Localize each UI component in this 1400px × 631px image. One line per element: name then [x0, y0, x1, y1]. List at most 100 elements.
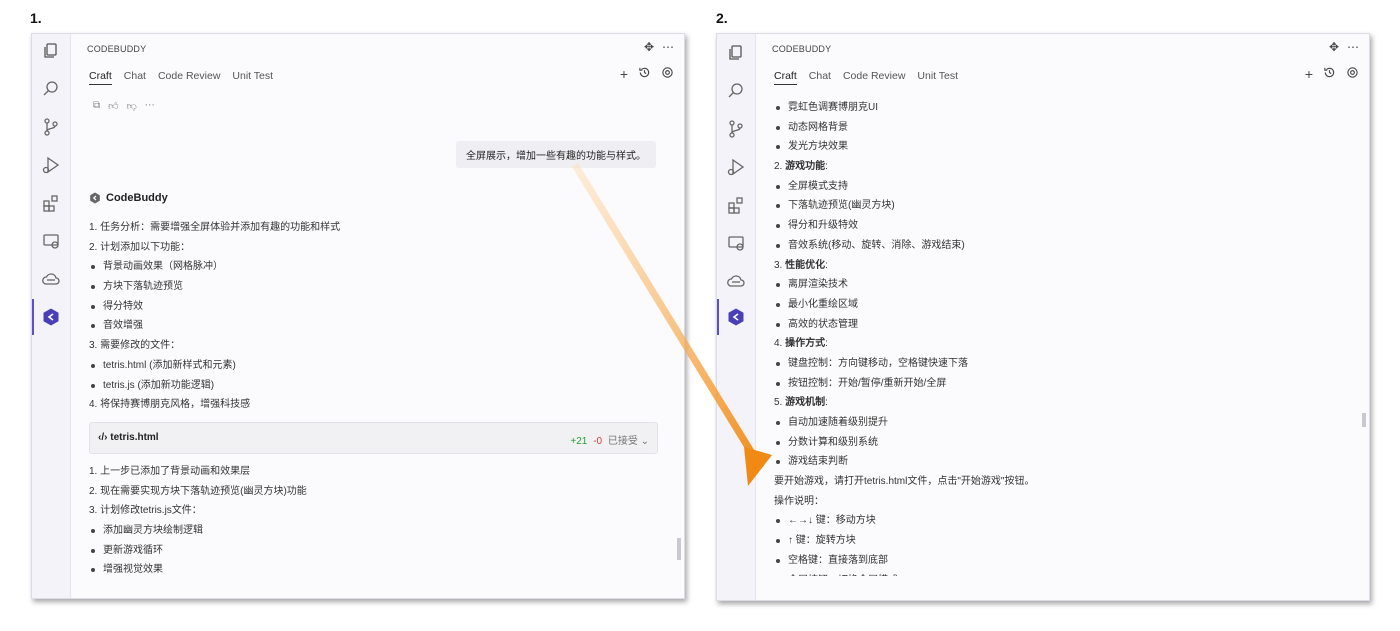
step-label-2: 2.	[716, 10, 728, 26]
codebuddy-icon[interactable]	[32, 299, 70, 335]
text-line: 5. 游戏机制:	[774, 393, 1345, 413]
move-icon[interactable]: ✥	[644, 40, 654, 54]
bullet-item: 分数计算和级别系统	[774, 433, 1345, 453]
text-line: 1. 上一步已添加了背景动画和效果层	[89, 466, 251, 477]
remote-explorer-icon[interactable]	[32, 226, 70, 256]
chevron-down-icon[interactable]: ⌄	[641, 436, 649, 447]
section-number: 4.	[774, 338, 786, 350]
assistant-name: CodeBuddy	[106, 192, 168, 204]
bullet-item: 最小化重绘区域	[774, 295, 1345, 315]
panel-title: CODEBUDDY	[87, 44, 147, 54]
more-icon[interactable]: ⋯	[662, 40, 674, 54]
text-line: 2. 现在需要实现方块下落轨迹预览(幽灵方块)功能	[89, 485, 307, 497]
section-number: 5.	[774, 397, 786, 409]
code-file-icon: ‹/›	[98, 432, 108, 443]
panel-title: CODEBUDDY	[772, 44, 832, 54]
text-line: 操作说明：	[774, 495, 824, 507]
text-line: 3. 计划修改tetris.js文件：	[89, 505, 202, 517]
cloud-icon[interactable]	[32, 264, 70, 294]
text-line: 3. 需要修改的文件：	[89, 340, 181, 352]
tab-code-review[interactable]: Code Review	[158, 70, 220, 85]
step-label-1: 1.	[30, 10, 42, 26]
more-actions-icon[interactable]: ⋯	[145, 100, 155, 112]
section-suffix: :	[825, 397, 828, 409]
text-line: 2. 计划添加以下功能：	[89, 241, 191, 253]
tab-unit-test[interactable]: Unit Test	[232, 70, 273, 85]
tab-chat[interactable]: Chat	[124, 70, 146, 85]
lines-removed: -0	[593, 436, 603, 447]
bullet-item: 游戏结束判断	[774, 452, 1345, 472]
section-suffix: :	[825, 259, 828, 271]
bullet-item: 发光方块效果	[774, 137, 1345, 157]
file-change-card[interactable]: ‹/› tetris.html +21 -0 已接受 ⌄	[89, 422, 658, 454]
search-icon[interactable]	[717, 76, 755, 106]
bullet-item: 更新游戏循环	[89, 541, 660, 561]
tab-craft[interactable]: Craft	[89, 70, 112, 85]
cloud-icon[interactable]	[717, 266, 755, 296]
tab-code-review[interactable]: Code Review	[843, 70, 905, 85]
bullet-item: tetris.js (添加新功能逻辑)	[89, 376, 660, 396]
bullet-item: 空格键：直接落到底部	[774, 551, 1345, 571]
bullet-item: ↑ 键：旋转方块	[774, 531, 1345, 551]
text-line: 2. 游戏功能:	[774, 157, 1345, 177]
bullet-item: 动态网格背景	[774, 118, 1345, 138]
section-number: 2.	[774, 161, 786, 173]
more-icon[interactable]: ⋯	[1347, 40, 1359, 54]
remote-explorer-icon[interactable]	[717, 228, 755, 258]
section-number: 3.	[774, 259, 786, 271]
codebuddy-window-1: CODEBUDDY ✥ ⋯ Craft Chat Code Review Uni…	[31, 33, 685, 599]
extensions-icon[interactable]	[32, 188, 70, 218]
section-heading: 游戏机制	[785, 397, 826, 409]
text-line: 3. 性能优化:	[774, 256, 1345, 276]
settings-icon[interactable]	[661, 66, 674, 82]
text-line: 1. 任务分析：需要增强全屏体验并添加有趣的功能和样式	[89, 222, 341, 233]
assistant-response-b: 1. 上一步已添加了背景动画和效果层 2. 现在需要实现方块下落轨迹预览(幽灵方块…	[89, 462, 660, 580]
tab-unit-test[interactable]: Unit Test	[917, 70, 958, 85]
settings-icon[interactable]	[1346, 66, 1359, 82]
assistant-response-a: 1. 任务分析：需要增强全屏体验并添加有趣的功能和样式 2. 计划添加以下功能： 背…	[89, 218, 660, 415]
bullet-item: 全屏模式支持	[774, 177, 1345, 197]
source-control-icon[interactable]	[717, 114, 755, 144]
copy-icon[interactable]: ⧉	[93, 100, 100, 112]
tab-chat[interactable]: Chat	[809, 70, 831, 85]
bullet-item: 高效的状态管理	[774, 315, 1345, 335]
run-debug-icon[interactable]	[32, 150, 70, 180]
explorer-icon[interactable]	[717, 38, 755, 68]
extensions-icon[interactable]	[717, 190, 755, 220]
explorer-icon[interactable]	[32, 36, 70, 66]
scrollbar-thumb[interactable]	[677, 538, 681, 560]
run-debug-icon[interactable]	[717, 152, 755, 182]
bullet-item: 键盘控制：方向键移动，空格键快速下落	[774, 354, 1345, 374]
bullet-item: 自动加速随着级别提升	[774, 413, 1345, 433]
thumbs-up-icon[interactable]: 👍︎	[108, 100, 118, 112]
assistant-response: 霓虹色调赛博朋克UI 动态网格背景 发光方块效果 2. 游戏功能: 全屏模式支持 下落轨迹…	[774, 100, 1345, 576]
bullet-item: 增强视觉效果	[89, 560, 660, 580]
move-icon[interactable]: ✥	[1329, 40, 1339, 54]
file-status: 已接受	[607, 436, 638, 447]
section-heading: 游戏功能	[785, 161, 826, 173]
new-chat-icon[interactable]: +	[620, 66, 628, 82]
codebuddy-panel: CODEBUDDY ✥ ⋯ Craft Chat Code Review Uni…	[756, 34, 1369, 600]
bullet-item: 按钮控制：开始/暂停/重新开始/全屏	[774, 374, 1345, 394]
section-heading: 性能优化	[785, 259, 826, 271]
lines-added: +21	[570, 436, 588, 447]
bullet-item: 离屏渲染技术	[774, 275, 1345, 295]
codebuddy-icon[interactable]	[717, 299, 755, 335]
source-control-icon[interactable]	[32, 112, 70, 142]
scrollbar-thumb[interactable]	[1362, 413, 1366, 427]
activity-bar	[32, 34, 71, 598]
user-message: 全屏展示，增加一些有趣的功能与样式。	[456, 141, 656, 168]
history-icon[interactable]	[1323, 66, 1336, 82]
new-chat-icon[interactable]: +	[1305, 66, 1313, 82]
codebuddy-logo-icon	[90, 192, 100, 204]
history-icon[interactable]	[638, 66, 651, 82]
section-suffix: :	[825, 338, 828, 350]
codebuddy-panel: CODEBUDDY ✥ ⋯ Craft Chat Code Review Uni…	[71, 34, 684, 598]
thumbs-down-icon[interactable]: 👎︎	[127, 100, 137, 112]
search-icon[interactable]	[32, 74, 70, 104]
text-line: 4. 操作方式:	[774, 334, 1345, 354]
tab-craft[interactable]: Craft	[774, 70, 797, 85]
bullet-item: 背景动画效果（网格脉冲）	[89, 257, 660, 277]
file-name: tetris.html	[110, 432, 159, 443]
bullet-item: ←→↓ 键：移动方块	[774, 511, 1345, 531]
